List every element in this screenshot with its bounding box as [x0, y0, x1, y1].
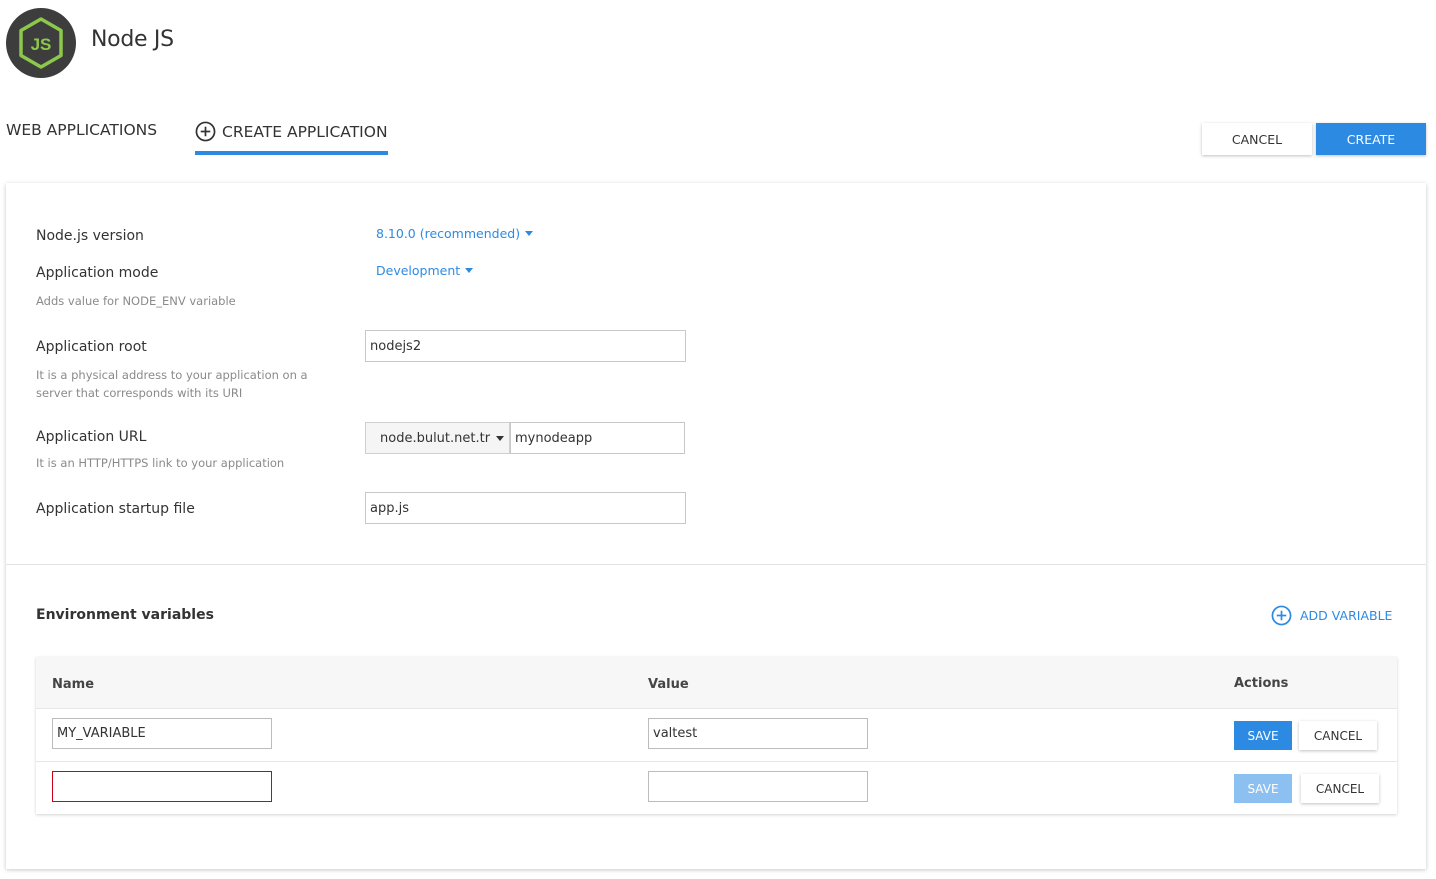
add-circle-icon [195, 121, 216, 142]
startup-file-label: Application startup file [36, 501, 195, 517]
node-version-label: Node.js version [36, 228, 144, 244]
chevron-down-icon [525, 231, 534, 236]
chevron-down-icon [496, 435, 505, 441]
app-mode-value: Development [376, 263, 461, 278]
add-variable-button[interactable]: ADD VARIABLE [1271, 605, 1392, 626]
domain-value: node.bulut.net.tr [380, 430, 491, 446]
nodejs-logo: JS [6, 8, 76, 78]
page-title: Node JS [91, 27, 174, 52]
logo-text: JS [31, 35, 52, 54]
save-button-disabled[interactable]: SAVE [1234, 774, 1292, 803]
node-version-dropdown[interactable]: 8.10.0 (recommended) [376, 226, 534, 241]
startup-file-input[interactable]: app.js [365, 492, 686, 524]
cancel-button[interactable]: CANCEL [1202, 123, 1312, 155]
tab-web-applications[interactable]: WEB APPLICATIONS [6, 121, 157, 139]
column-header-actions: Actions [1234, 676, 1289, 691]
table-header: Name Value Actions [36, 657, 1397, 709]
column-header-value: Value [648, 677, 689, 692]
app-url-hint: It is an HTTP/HTTPS link to your applica… [36, 456, 285, 470]
app-mode-hint: Adds value for NODE_ENV variable [36, 294, 236, 308]
add-variable-label: ADD VARIABLE [1300, 608, 1393, 623]
tab-create-label: CREATE APPLICATION [222, 122, 388, 141]
env-variables-table: Name Value Actions MY_VARIABLE valtest S… [36, 657, 1397, 814]
create-button[interactable]: CREATE [1316, 123, 1426, 155]
app-mode-label: Application mode [36, 265, 159, 281]
app-url-label: Application URL [36, 429, 147, 445]
node-version-value: 8.10.0 (recommended) [376, 226, 521, 241]
save-button[interactable]: SAVE [1234, 721, 1292, 750]
cancel-button[interactable]: CANCEL [1299, 721, 1377, 750]
app-url-path-input[interactable]: mynodeapp [510, 422, 685, 454]
section-divider [6, 564, 1426, 565]
domain-select[interactable]: node.bulut.net.tr [365, 422, 510, 454]
create-application-form: Node.js version 8.10.0 (recommended) App… [6, 183, 1426, 869]
nodejs-hexagon-icon: JS [19, 17, 63, 69]
add-circle-icon [1271, 605, 1292, 626]
env-name-input-invalid[interactable] [52, 771, 272, 802]
cancel-button[interactable]: CANCEL [1301, 774, 1379, 803]
app-root-label: Application root [36, 339, 147, 355]
env-value-input[interactable]: valtest [648, 718, 868, 749]
app-mode-dropdown[interactable]: Development [376, 263, 474, 278]
column-header-name: Name [52, 677, 95, 692]
env-name-input[interactable]: MY_VARIABLE [52, 718, 272, 749]
tab-create-application[interactable]: CREATE APPLICATION [195, 121, 388, 155]
app-root-input[interactable]: nodejs2 [365, 330, 686, 362]
env-section-title: Environment variables [36, 607, 214, 623]
env-value-input[interactable] [648, 771, 868, 802]
row-divider [36, 761, 1397, 762]
app-root-hint: It is a physical address to your applica… [36, 368, 308, 400]
chevron-down-icon [465, 268, 474, 273]
